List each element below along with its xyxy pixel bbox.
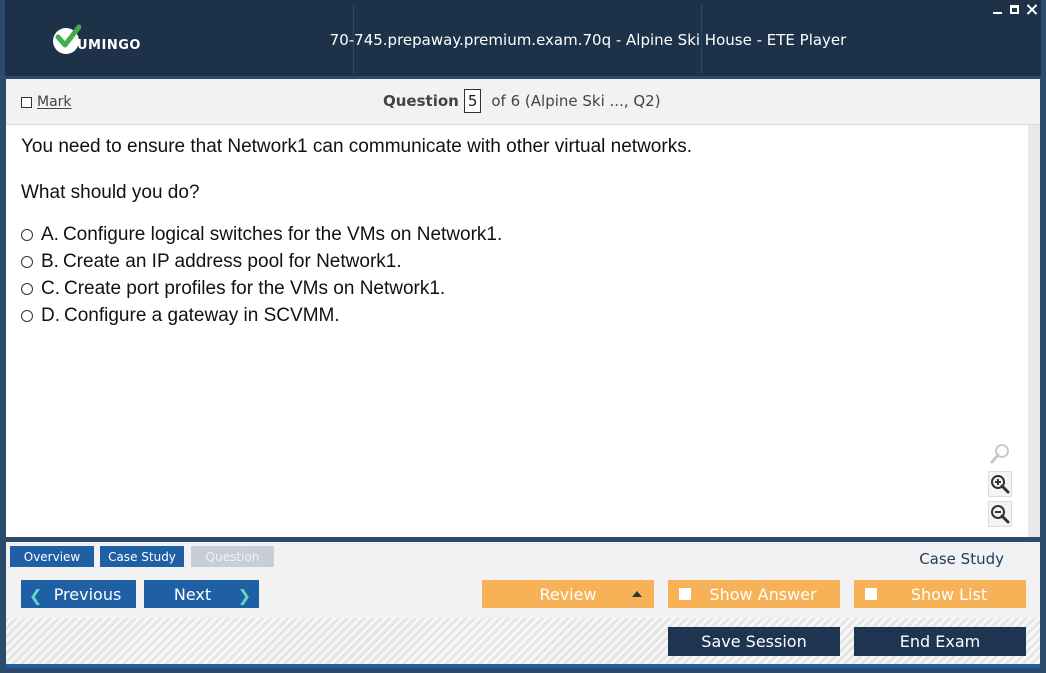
answer-option-b[interactable]: B. Create an IP address pool for Network… [21, 248, 502, 275]
tab-overview[interactable]: Overview [10, 546, 94, 567]
option-letter: A. [41, 223, 59, 245]
chevron-left-icon: ❮ [29, 586, 43, 605]
show-list-button[interactable]: Show List [854, 580, 1026, 608]
question-content: You need to ensure that Network1 can com… [6, 125, 1028, 537]
mark-label: Mark [37, 94, 72, 110]
question-label: Question [383, 92, 459, 110]
answer-option-d[interactable]: D. Configure a gateway in SCVMM. [21, 302, 502, 329]
minimize-icon[interactable] [992, 4, 1003, 15]
next-button[interactable]: Next ❯ [144, 580, 259, 608]
triangle-up-icon[interactable] [632, 591, 642, 597]
bottom-accent-line [6, 664, 1040, 668]
tab-bar: Overview Case Study Question Case Study [6, 542, 1040, 572]
tab-case-study[interactable]: Case Study [100, 546, 184, 567]
save-session-button[interactable]: Save Session [668, 627, 840, 656]
option-text: Configure logical switches for the VMs o… [62, 223, 503, 245]
answer-options: A. Configure logical switches for the VM… [21, 221, 502, 329]
next-label: Next [173, 584, 212, 604]
radio-button[interactable] [21, 228, 33, 241]
option-text: Create port profiles for the VMs on Netw… [64, 277, 446, 299]
option-text: Configure a gateway in SCVMM. [64, 304, 340, 326]
chevron-right-icon: ❯ [237, 586, 251, 605]
show-answer-button[interactable]: Show Answer [668, 580, 840, 608]
answer-option-c[interactable]: C. Create port profiles for the VMs on N… [21, 275, 502, 302]
zoom-in-icon[interactable] [988, 471, 1012, 497]
magnifier-icon[interactable] [988, 441, 1012, 467]
question-of-label: of 6 (Alpine Ski ..., Q2) [491, 92, 661, 110]
review-label: Review [539, 584, 597, 604]
radio-button[interactable] [21, 309, 33, 322]
question-text: You need to ensure that Network1 can com… [21, 136, 692, 157]
checkbox-icon[interactable] [21, 96, 32, 108]
question-header: Mark Question 5 of 6 (Alpine Ski ..., Q2… [6, 79, 1040, 125]
close-icon[interactable] [1026, 4, 1037, 15]
content-scrollbar[interactable] [1028, 125, 1040, 537]
question-prompt: What should you do? [21, 182, 200, 203]
review-button[interactable]: Review [482, 580, 654, 608]
zoom-out-icon[interactable] [988, 501, 1012, 527]
case-study-label[interactable]: Case Study [919, 550, 1004, 568]
radio-button[interactable] [21, 255, 33, 268]
option-text: Create an IP address pool for Network1. [62, 250, 402, 272]
zoom-tools [988, 441, 1012, 527]
mark-checkbox[interactable]: Mark [21, 94, 72, 110]
navigation-bar: ❮ Previous Next ❯ Review Show Answer Sho… [6, 572, 1040, 618]
radio-button[interactable] [21, 282, 33, 295]
tab-question[interactable]: Question [191, 546, 274, 567]
previous-label: Previous [53, 584, 122, 604]
show-answer-label: Show Answer [709, 584, 817, 604]
option-letter: B. [41, 250, 59, 272]
option-letter: C. [41, 277, 60, 299]
app-window: UMINGO 70-745.prepaway.premium.exam.70q … [0, 0, 1046, 673]
checkbox-icon[interactable] [865, 588, 877, 600]
window-controls [992, 4, 1037, 15]
question-counter: Question 5 of 6 (Alpine Ski ..., Q2) [383, 89, 661, 113]
footer-bar: Save Session End Exam [6, 618, 1040, 664]
answer-option-a[interactable]: A. Configure logical switches for the VM… [21, 221, 502, 248]
window-title: 70-745.prepaway.premium.exam.70q - Alpin… [329, 31, 847, 49]
checkbox-icon[interactable] [679, 588, 691, 600]
option-letter: D. [41, 304, 60, 326]
show-list-label: Show List [910, 584, 988, 604]
question-number-input[interactable]: 5 [463, 89, 482, 113]
end-exam-button[interactable]: End Exam [854, 627, 1026, 656]
title-bar: UMINGO 70-745.prepaway.premium.exam.70q … [5, 0, 1041, 76]
previous-button[interactable]: ❮ Previous [21, 580, 136, 608]
maximize-icon[interactable] [1009, 4, 1020, 15]
